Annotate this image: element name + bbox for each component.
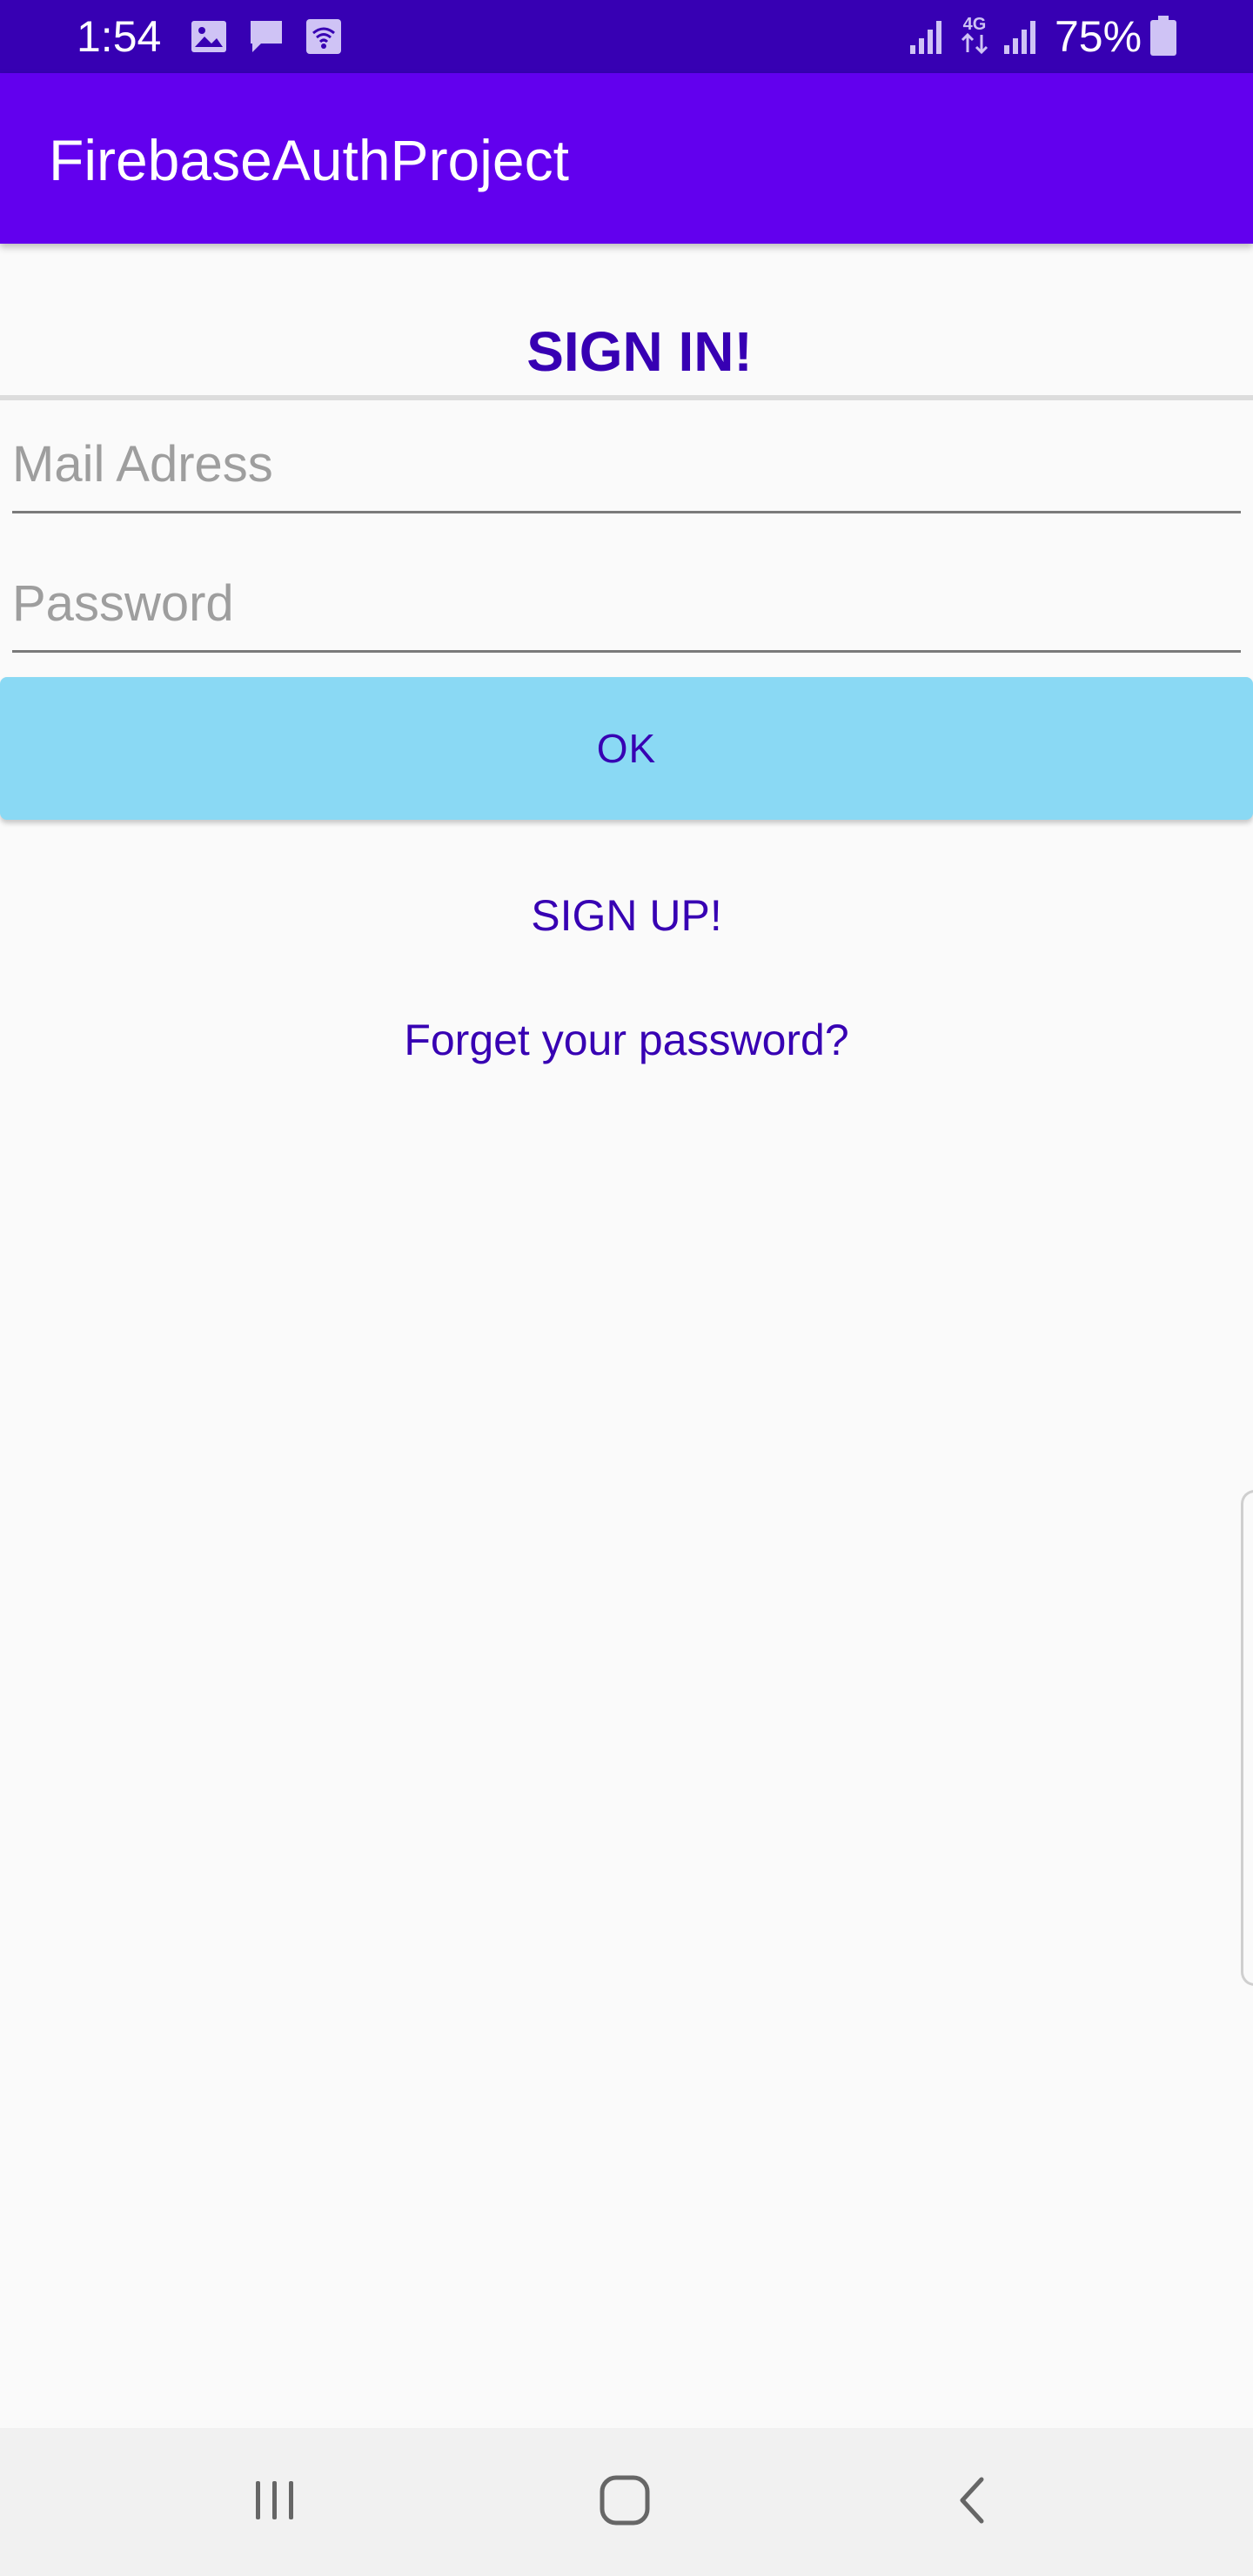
signal-icon — [908, 17, 945, 60]
app-title: FirebaseAuthProject — [49, 128, 569, 192]
back-icon — [948, 2474, 1001, 2531]
status-time: 1:54 — [77, 12, 162, 61]
password-input[interactable] — [12, 557, 1241, 653]
signal-icon — [1002, 17, 1039, 60]
battery-icon — [1150, 16, 1176, 60]
home-button[interactable] — [538, 2428, 712, 2576]
data-arrows-icon: 4G — [957, 12, 992, 62]
message-icon — [247, 17, 285, 62]
signin-title: SIGN IN! — [526, 320, 753, 383]
ok-button[interactable]: OK — [0, 677, 1253, 820]
sign-up-link[interactable]: SIGN UP! — [0, 888, 1253, 943]
home-icon — [597, 2472, 653, 2532]
status-bar: 1:54 4G 75% — [0, 0, 1253, 73]
navigation-bar — [0, 2428, 1253, 2576]
battery-percentage: 75% — [1055, 12, 1142, 61]
wifi-calling-icon — [305, 17, 343, 60]
gallery-icon — [190, 17, 228, 60]
network-label: 4G — [963, 15, 987, 34]
app-bar: FirebaseAuthProject — [0, 73, 1253, 244]
forgot-password-link[interactable]: Forget your password? — [0, 1012, 1253, 1068]
recent-apps-icon — [249, 2474, 301, 2531]
divider — [0, 395, 1253, 400]
mail-address-input[interactable] — [12, 418, 1241, 513]
recent-apps-button[interactable] — [188, 2428, 362, 2576]
back-button[interactable] — [888, 2428, 1062, 2576]
edge-panel-handle[interactable] — [1241, 1490, 1253, 1986]
